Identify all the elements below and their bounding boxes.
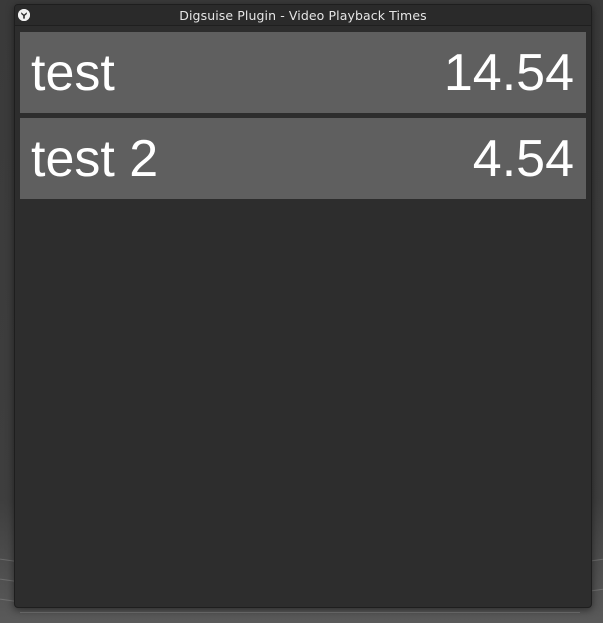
window-title: Digsuise Plugin - Video Playback Times: [179, 7, 427, 23]
video-name: test 2: [31, 129, 159, 188]
app-logo-icon[interactable]: [18, 9, 30, 21]
video-name: test: [31, 43, 115, 102]
playback-times-list: test 14.54 test 2 4.54: [20, 32, 586, 204]
playback-time: 4.54: [472, 129, 574, 188]
list-item[interactable]: test 14.54: [20, 32, 586, 113]
list-item[interactable]: test 2 4.54: [20, 118, 586, 199]
plugin-window: Digsuise Plugin - Video Playback Times t…: [14, 4, 592, 608]
window-titlebar[interactable]: Digsuise Plugin - Video Playback Times: [15, 5, 591, 26]
playback-time: 14.54: [443, 43, 574, 102]
floor-grid-line: [20, 612, 580, 613]
